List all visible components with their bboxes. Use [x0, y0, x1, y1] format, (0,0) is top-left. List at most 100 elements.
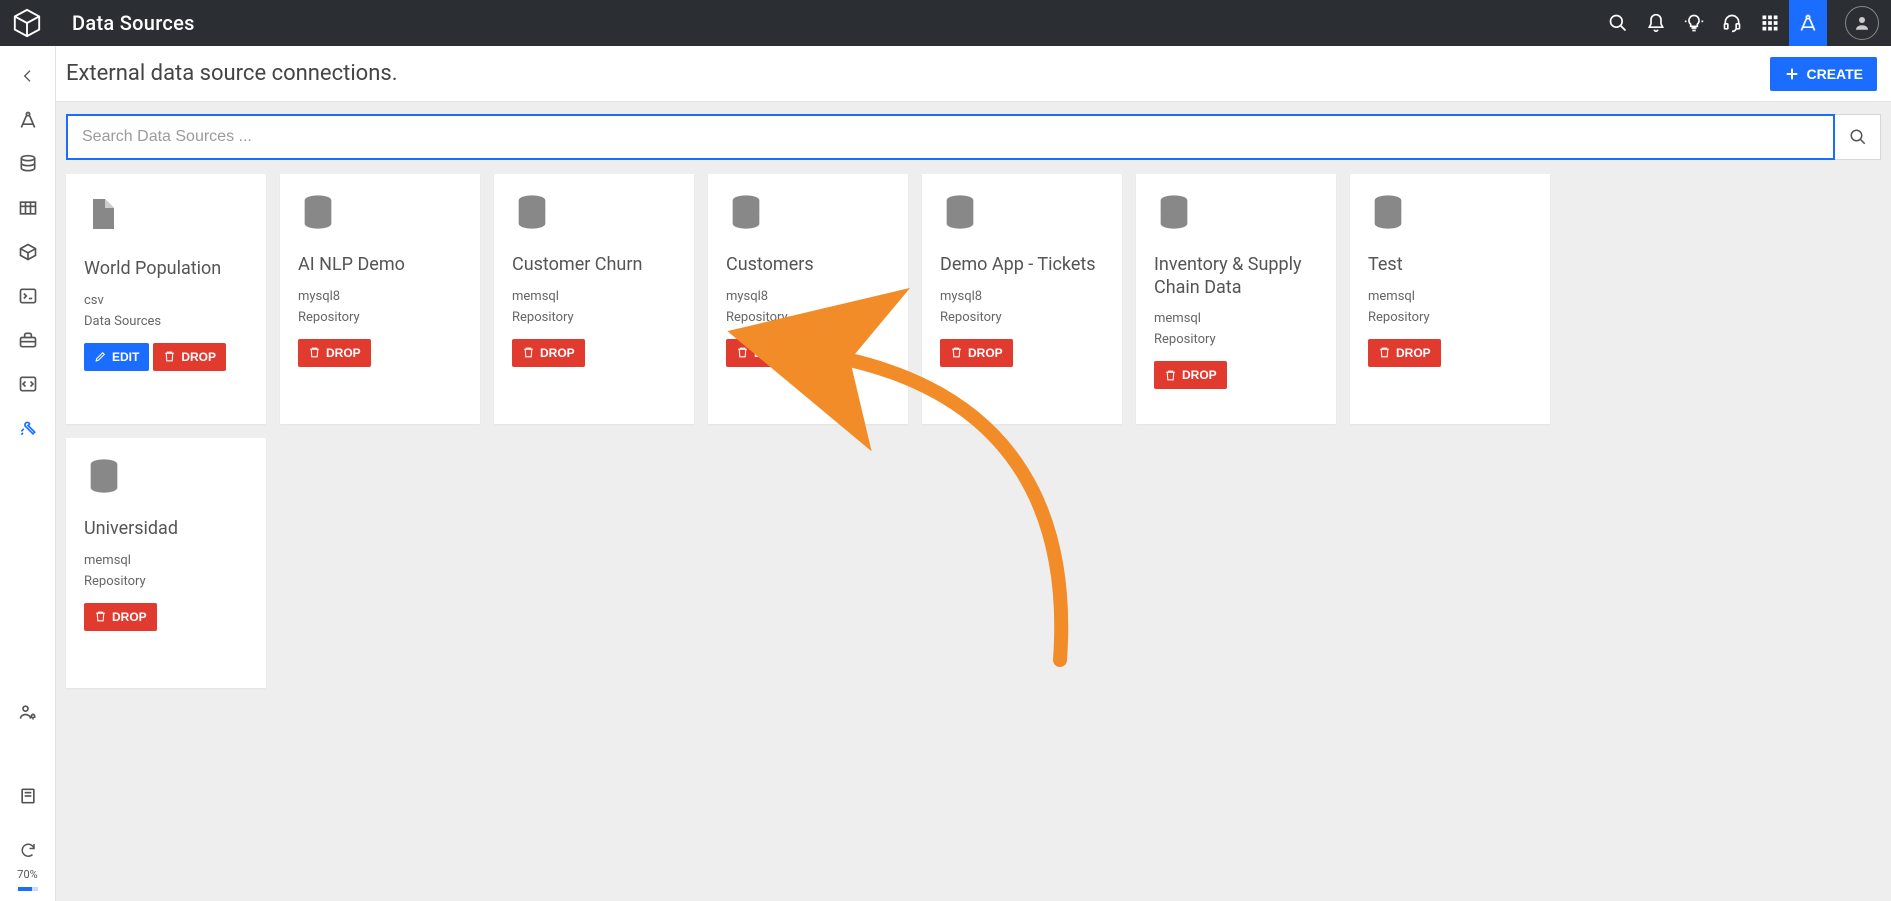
card-source-type: Repository [940, 310, 1104, 325]
database-icon [84, 456, 248, 500]
card-actions: DROP [940, 339, 1104, 367]
card-source-type: Repository [1154, 332, 1318, 347]
headset-icon[interactable] [1713, 0, 1751, 46]
cards-grid: World Population csv Data Sources EDIT DR… [66, 174, 1881, 688]
drop-button-label: DROP [968, 346, 1003, 360]
database-icon [512, 192, 676, 236]
card-source-type: Repository [298, 310, 462, 325]
file-icon [84, 192, 248, 240]
drop-button[interactable]: DROP [940, 339, 1013, 367]
drop-button[interactable]: DROP [84, 603, 157, 631]
page-subtitle: External data source connections. [66, 61, 398, 86]
edit-button[interactable]: EDIT [84, 343, 149, 371]
header-row: External data source connections. CREATE [56, 46, 1891, 102]
plus-icon [1784, 66, 1800, 82]
data-source-card[interactable]: World Population csv Data Sources EDIT DR… [66, 174, 266, 424]
topbar: Data Sources [0, 0, 1891, 46]
sidebar: 70% [0, 46, 56, 901]
card-actions: EDIT DROP [84, 343, 248, 371]
drop-button[interactable]: DROP [726, 339, 799, 367]
drop-button[interactable]: DROP [1368, 339, 1441, 367]
user-avatar-icon[interactable] [1845, 6, 1879, 40]
database-icon [940, 192, 1104, 236]
card-name: Demo App - Tickets [940, 254, 1104, 277]
card-name: Customers [726, 254, 890, 277]
card-name: AI NLP Demo [298, 254, 462, 277]
card-name: Test [1368, 254, 1532, 277]
sidebar-book-icon[interactable] [6, 774, 50, 818]
sidebar-footer: 70% [6, 838, 50, 901]
card-actions: DROP [1154, 361, 1318, 389]
card-db-type: mysql8 [940, 289, 1104, 304]
drop-button-label: DROP [181, 350, 216, 364]
sidebar-code-icon[interactable] [6, 362, 50, 406]
card-db-type: mysql8 [726, 289, 890, 304]
sidebar-user-settings-icon[interactable] [6, 690, 50, 734]
content: World Population csv Data Sources EDIT DR… [56, 102, 1891, 708]
create-button[interactable]: CREATE [1770, 57, 1877, 91]
card-actions: DROP [1368, 339, 1532, 367]
drop-button[interactable]: DROP [512, 339, 585, 367]
data-source-card[interactable]: Test memsql Repository DROP [1350, 174, 1550, 424]
card-actions: DROP [298, 339, 462, 367]
card-db-type: mysql8 [298, 289, 462, 304]
database-icon [1368, 192, 1532, 236]
card-actions: DROP [512, 339, 676, 367]
drop-button-label: DROP [754, 346, 789, 360]
drop-button[interactable]: DROP [153, 343, 226, 371]
card-source-type: Data Sources [84, 314, 248, 329]
card-db-type: memsql [84, 553, 248, 568]
drop-button-label: DROP [112, 610, 147, 624]
topbar-actions [1599, 0, 1879, 46]
zoom-level: 70% [17, 868, 37, 881]
card-actions: DROP [84, 603, 248, 631]
data-source-card[interactable]: Customers mysql8 Repository DROP [708, 174, 908, 424]
card-db-type: memsql [1154, 311, 1318, 326]
zoom-slider[interactable] [18, 887, 38, 891]
drop-button[interactable]: DROP [298, 339, 371, 367]
card-name: Inventory & Supply Chain Data [1154, 254, 1318, 299]
apps-grid-icon[interactable] [1751, 0, 1789, 46]
card-name: Universidad [84, 518, 248, 541]
search-button[interactable] [1835, 114, 1881, 160]
drop-button[interactable]: DROP [1154, 361, 1227, 389]
drop-button-label: DROP [1182, 368, 1217, 382]
app-logo-icon[interactable] [10, 6, 44, 40]
sidebar-database-icon[interactable] [6, 142, 50, 186]
search-icon[interactable] [1599, 0, 1637, 46]
card-source-type: Repository [512, 310, 676, 325]
sidebar-table-icon[interactable] [6, 186, 50, 230]
data-source-card[interactable]: Customer Churn memsql Repository DROP [494, 174, 694, 424]
sidebar-tools-icon[interactable] [6, 406, 50, 450]
database-icon [726, 192, 890, 236]
sidebar-terminal-icon[interactable] [6, 274, 50, 318]
card-name: Customer Churn [512, 254, 676, 277]
data-source-card[interactable]: Inventory & Supply Chain Data memsql Rep… [1136, 174, 1336, 424]
card-source-type: Repository [726, 310, 890, 325]
database-icon [298, 192, 462, 236]
sidebar-toolbox-icon[interactable] [6, 318, 50, 362]
data-source-card[interactable]: Demo App - Tickets mysql8 Repository DRO… [922, 174, 1122, 424]
card-db-type: memsql [512, 289, 676, 304]
search-input[interactable] [66, 114, 1835, 160]
data-source-card[interactable]: Universidad memsql Repository DROP [66, 438, 266, 688]
lightbulb-icon[interactable] [1675, 0, 1713, 46]
page-title: Data Sources [72, 11, 195, 35]
search-icon [1849, 128, 1867, 146]
card-source-type: Repository [1368, 310, 1532, 325]
create-button-label: CREATE [1806, 66, 1863, 82]
data-source-card[interactable]: AI NLP Demo mysql8 Repository DROP [280, 174, 480, 424]
sidebar-compass-icon[interactable] [6, 98, 50, 142]
compass-icon[interactable] [1789, 0, 1827, 46]
card-source-type: Repository [84, 574, 248, 589]
drop-button-label: DROP [1396, 346, 1431, 360]
database-icon [1154, 192, 1318, 236]
edit-button-label: EDIT [112, 350, 139, 364]
redo-icon[interactable] [6, 838, 50, 862]
bell-icon[interactable] [1637, 0, 1675, 46]
card-actions: DROP [726, 339, 890, 367]
sidebar-back-icon[interactable] [6, 54, 50, 98]
sidebar-cube-icon[interactable] [6, 230, 50, 274]
card-name: World Population [84, 258, 248, 281]
card-db-type: csv [84, 293, 248, 308]
